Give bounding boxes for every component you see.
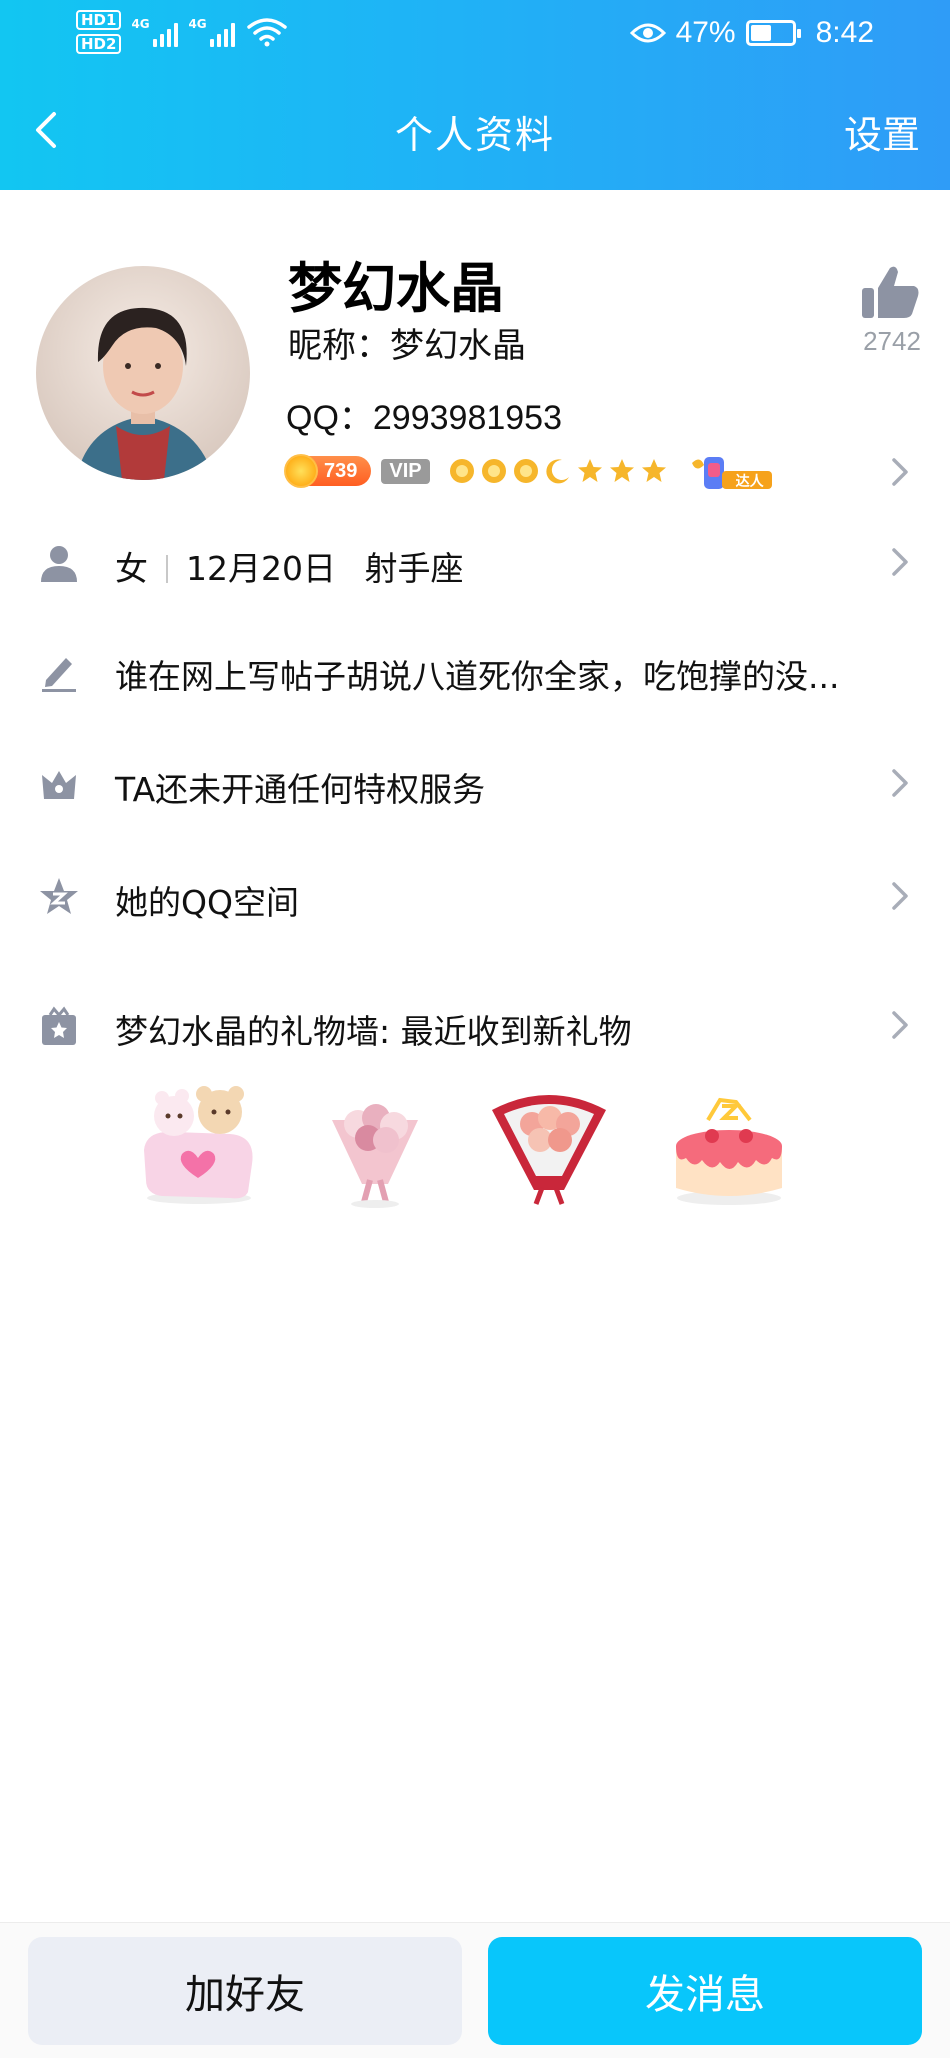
talent-label: 达人 bbox=[735, 474, 764, 490]
header: HD1 HD2 4G 4G 47% 8:42 个人资料 设置 bbox=[0, 0, 950, 190]
signature-text: 谁在网上写帖子胡说八道死你全家，吃饱撑的没... bbox=[115, 657, 840, 696]
signature-row[interactable]: 谁在网上写帖子胡说八道死你全家，吃饱撑的没... bbox=[0, 640, 950, 700]
add-friend-button[interactable]: 加好友 bbox=[28, 1937, 462, 2045]
coin-icon bbox=[284, 454, 318, 488]
page-title: 个人资料 bbox=[394, 113, 555, 157]
eye-icon bbox=[629, 23, 666, 43]
send-message-button[interactable]: 发消息 bbox=[488, 1937, 922, 2045]
hd1-icon: HD1 bbox=[76, 10, 122, 30]
crown-level-icon bbox=[513, 459, 538, 483]
status-right: 47% 8:42 bbox=[629, 16, 874, 50]
gift-wall-text: 梦幻水晶的礼物墙: 最近收到新礼物 bbox=[115, 1012, 632, 1051]
crown-icon bbox=[42, 771, 76, 799]
star-level-icon bbox=[577, 459, 602, 482]
vip-badge: VIP bbox=[381, 458, 430, 484]
star-level-icon bbox=[641, 459, 666, 482]
chevron-right-icon bbox=[892, 882, 908, 910]
qzone-row[interactable]: 她的QQ空间 bbox=[0, 866, 950, 926]
birthday-cake-gift-icon[interactable] bbox=[664, 1080, 794, 1210]
star-level-icon bbox=[609, 459, 634, 482]
bear-pillow-gift-icon[interactable] bbox=[134, 1080, 264, 1210]
pencil-icon bbox=[42, 658, 76, 692]
chevron-right-icon[interactable] bbox=[886, 456, 914, 488]
moon-level-icon bbox=[545, 459, 569, 484]
person-icon bbox=[41, 546, 77, 582]
crown-level-icon bbox=[449, 459, 474, 483]
talent-badge: 达人 bbox=[688, 451, 774, 491]
bottom-action-bar: 加好友 发消息 bbox=[0, 1922, 950, 2058]
battery-icon bbox=[745, 20, 801, 46]
thumbs-up-icon[interactable] bbox=[856, 262, 926, 322]
clock: 8:42 bbox=[815, 16, 874, 49]
status-bar: HD1 HD2 4G 4G 47% 8:42 bbox=[0, 0, 950, 72]
divider bbox=[166, 555, 168, 583]
flower-bouquet-gift-icon[interactable] bbox=[310, 1080, 440, 1210]
qzone-text: 她的QQ空间 bbox=[115, 883, 299, 922]
settings-button[interactable]: 设置 bbox=[844, 104, 920, 159]
wifi-icon bbox=[247, 18, 288, 47]
profile-name: 梦幻水晶 bbox=[288, 257, 504, 320]
gift-wall-row[interactable]: 梦幻水晶的礼物墙: 最近收到新礼物 bbox=[0, 995, 950, 1055]
nav-bar: 个人资料 设置 bbox=[0, 90, 950, 170]
chevron-right-icon bbox=[892, 1011, 908, 1039]
birthday: 12月20日 bbox=[186, 549, 336, 588]
hd2-icon: HD2 bbox=[76, 34, 122, 54]
zodiac: 射手座 bbox=[364, 549, 464, 588]
chevron-right-icon bbox=[892, 548, 908, 576]
profile-qq-number: QQ：2993981953 bbox=[286, 399, 562, 437]
profile-nickname: 昵称：梦幻水晶 bbox=[288, 326, 526, 366]
like-count: 2742 bbox=[863, 326, 921, 356]
level-icons bbox=[448, 457, 668, 485]
qzone-star-icon bbox=[40, 878, 78, 914]
gift-box-icon bbox=[42, 1006, 76, 1045]
privilege-text: TA还未开通任何特权服务 bbox=[115, 770, 486, 809]
signal-1-icon: 4G bbox=[131, 17, 179, 47]
rose-bouquet-gift-icon[interactable] bbox=[484, 1080, 614, 1210]
basic-info-row[interactable]: 女 12月20日 射手座 bbox=[0, 532, 950, 592]
badge-row[interactable]: 739 VIP 达人 bbox=[284, 450, 774, 492]
basic-info-text: 女 12月20日 射手座 bbox=[115, 542, 463, 590]
avatar[interactable] bbox=[36, 266, 250, 480]
chevron-right-icon bbox=[892, 769, 908, 797]
crown-level-icon bbox=[481, 459, 506, 483]
status-left: HD1 HD2 4G 4G bbox=[76, 10, 288, 54]
battery-percent: 47% bbox=[675, 16, 736, 49]
coin-badge: 739 bbox=[284, 454, 372, 488]
signal-2-icon: 4G bbox=[188, 17, 236, 47]
gender: 女 bbox=[115, 549, 148, 588]
privilege-row[interactable]: TA还未开通任何特权服务 bbox=[0, 753, 950, 813]
